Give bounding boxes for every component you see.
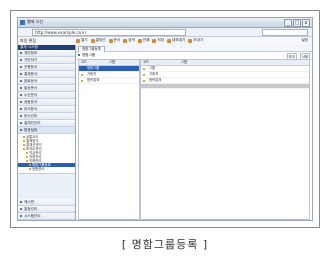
tool-button[interactable]: 문서 — [108, 38, 120, 43]
tool-button[interactable]: 내보내기 — [167, 38, 185, 43]
cell: 거래처 — [87, 72, 97, 76]
sidebar-item[interactable]: 일정관리 — [18, 206, 75, 213]
cell: 명함그룹 — [87, 66, 100, 70]
content-panes: 코드 그룹 명함그룹 거래처 협력업체 코드 그룹 그룹 거래처 협력업체 — [76, 59, 312, 220]
content-tabs: 명함그룹등록 — [76, 45, 312, 52]
sidebar: 결재 시스템 개인정보 기안하기 진행문서 결재문서 완료문서 발송문서 수신문… — [18, 45, 76, 220]
cell: 협력업체 — [149, 78, 162, 82]
cell: 협력업체 — [87, 78, 100, 82]
app-icon — [20, 20, 25, 25]
nav-buttons — [20, 29, 30, 44]
sidebar-item[interactable]: 시스템관리 — [18, 213, 75, 220]
table-row-empty[interactable] — [141, 84, 309, 89]
sidebar-bottom: 게시판 일정관리 시스템관리 — [18, 199, 75, 220]
sidebar-tree: 공통코드 결재양식 결재선관리 조직도관리 직급관리 직위관리 직책관리 명함그… — [18, 134, 75, 174]
tool-button[interactable]: 보내기 — [188, 38, 203, 43]
sidebar-item[interactable]: 부서문서 — [18, 106, 75, 113]
sidebar-item[interactable]: 게시판 — [18, 199, 75, 206]
close-button[interactable]: x — [302, 19, 310, 27]
group-detail-pane: 코드 그룹 그룹 거래처 협력업체 — [140, 59, 310, 220]
folder-icon — [81, 79, 83, 82]
screenshot-frame: 웹에 오신 _ □ x http://www.example.co.kr 파일 … — [10, 10, 320, 228]
sidebar-item-settings[interactable]: 환경설정 — [18, 127, 75, 134]
export-icon — [167, 38, 172, 43]
title-bar: 웹에 오신 _ □ x — [18, 18, 312, 28]
tool-button[interactable]: 열기 — [76, 38, 88, 43]
open-icon — [76, 38, 80, 43]
figure-caption: [ 명함그룹등록 ] — [121, 238, 209, 251]
print-icon — [137, 38, 142, 43]
app-body: 결재 시스템 개인정보 기안하기 진행문서 결재문서 완료문서 발송문서 수신문… — [18, 45, 312, 220]
group-list-pane: 코드 그룹 명함그룹 거래처 협력업체 — [78, 59, 140, 220]
tool-button[interactable]: 검색 — [123, 38, 135, 43]
menu-label[interactable]: 파일 편집 — [20, 38, 36, 44]
tool-buttons: 열기 결재선 문서 검색 인쇄 저장 내보내기 보내기 — [76, 38, 203, 43]
sidebar-item[interactable]: 결재선관리 — [18, 120, 75, 127]
cell: 거래처 — [149, 72, 159, 76]
sidebar-item[interactable]: 발송문서 — [18, 85, 75, 92]
sidebar-item[interactable]: 진행문서 — [18, 64, 75, 71]
sidebar-item[interactable]: 공람문서 — [18, 99, 75, 106]
save-icon — [152, 38, 157, 43]
sidebar-item[interactable]: 완료문서 — [18, 78, 75, 85]
maximize-button[interactable]: □ — [293, 19, 301, 27]
sidebar-item[interactable]: 문서관리 — [18, 113, 75, 120]
tool-button[interactable]: 결재선 — [90, 38, 106, 43]
folder-icon — [81, 73, 83, 76]
sidebar-item[interactable]: 기안하기 — [18, 57, 75, 64]
tool-button[interactable]: 저장 — [152, 38, 164, 43]
sidebar-item[interactable]: 개인정보 — [18, 50, 75, 57]
settings-link[interactable]: 설정 — [301, 38, 308, 43]
section-caption: 명함그룹 — [77, 53, 96, 57]
cell: 그룹 — [149, 66, 156, 70]
folder-icon — [143, 73, 145, 76]
tool-button[interactable]: 인쇄 — [137, 38, 149, 43]
send-icon — [188, 38, 193, 43]
column-header: 코드 — [81, 60, 88, 64]
search-input[interactable] — [262, 29, 308, 36]
folder-icon — [143, 67, 145, 70]
address-bar: http://www.example.co.kr — [18, 28, 312, 44]
sidebar-item[interactable]: 결재문서 — [18, 71, 75, 78]
document-icon — [108, 38, 113, 43]
window-title: 웹에 오신 — [27, 19, 43, 24]
column-header: 코드 — [143, 60, 150, 64]
approval-line-icon — [90, 38, 95, 43]
column-header: 그룹 — [181, 60, 188, 64]
minimize-button[interactable]: _ — [284, 19, 292, 27]
tree-item[interactable]: 명함관리 — [18, 167, 75, 171]
search-icon — [123, 38, 128, 43]
main-content: 명함그룹등록 명함그룹 추가 삭제 코드 그룹 명함그룹 거래처 협력업체 코드… — [76, 45, 312, 220]
address-input[interactable]: http://www.example.co.kr — [32, 29, 186, 36]
table-row[interactable]: 협력업체 — [79, 78, 139, 84]
browser-window: 웹에 오신 _ □ x http://www.example.co.kr 파일 … — [17, 17, 313, 221]
column-header: 그룹 — [109, 60, 116, 64]
sidebar-item[interactable]: 수신문서 — [18, 92, 75, 99]
folder-icon — [143, 79, 145, 82]
